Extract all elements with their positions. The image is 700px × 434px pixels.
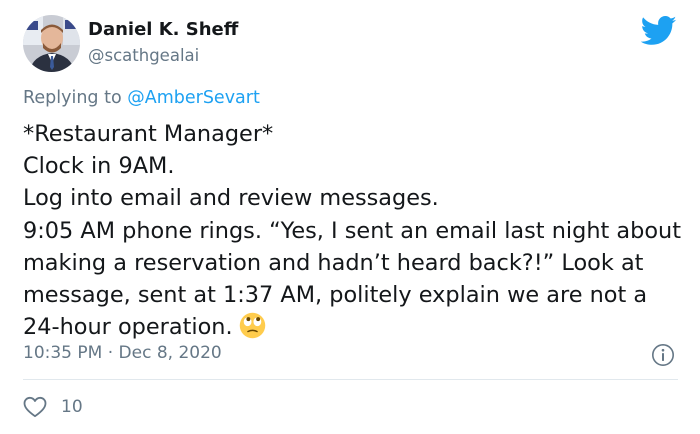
heart-icon[interactable] (23, 396, 47, 418)
reply-mention-link[interactable]: @AmberSevart (127, 88, 260, 108)
author-handle[interactable]: @scathgealai (88, 46, 199, 65)
tweet-timestamp[interactable]: 10:35 PM · Dec 8, 2020 (23, 343, 222, 363)
divider (23, 379, 678, 380)
twitter-bird-icon[interactable] (641, 16, 677, 46)
info-icon[interactable] (651, 343, 675, 367)
tweet-card: Daniel K. Sheff @scathgealai Replying to… (0, 0, 700, 434)
avatar[interactable] (23, 15, 80, 72)
reply-context: Replying to @AmberSevart (23, 88, 260, 108)
tweet-text: *Restaurant Manager* Clock in 9AM. Log i… (23, 118, 683, 343)
face-with-rolling-eyes-icon (239, 312, 265, 339)
tweet-body: *Restaurant Manager* Clock in 9AM. Log i… (23, 121, 682, 341)
reply-prefix: Replying to (23, 88, 128, 108)
like-count[interactable]: 10 (61, 397, 83, 417)
author-name[interactable]: Daniel K. Sheff (88, 19, 238, 40)
